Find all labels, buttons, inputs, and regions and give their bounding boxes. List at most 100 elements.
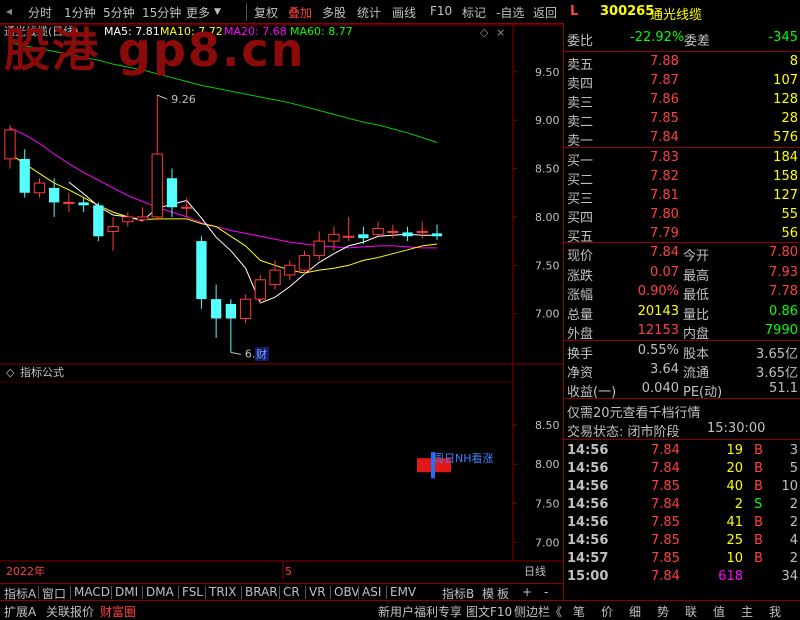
indicator-tab[interactable]: TRIX bbox=[209, 585, 236, 599]
indicator-tab[interactable]: CR bbox=[283, 585, 300, 599]
caifuquan-tab[interactable]: 财富圈 bbox=[100, 603, 136, 620]
add-icon[interactable]: + bbox=[522, 585, 532, 599]
tick-price: 7.85 bbox=[651, 515, 680, 530]
stock-title-bar: L 300265 通光线缆 bbox=[564, 0, 800, 24]
f10-link[interactable]: 图文F10 bbox=[466, 603, 512, 620]
tick-side: B bbox=[754, 461, 763, 476]
kuozhan-tab[interactable]: 扩展A bbox=[4, 603, 36, 620]
diamond-icon: ◇ bbox=[480, 26, 489, 39]
tick-row: 14:56 7.85 41 B 2 bbox=[564, 514, 800, 533]
side-tab[interactable]: 笔 bbox=[573, 603, 585, 620]
order-label: 卖三 bbox=[567, 96, 594, 111]
indicator-title: 指标公式 bbox=[20, 365, 64, 379]
kline-chart[interactable]: 通光线缆(日线) MA5: 7.81 MA10: 7.72 MA20: 7.68 MA6… bbox=[0, 24, 563, 584]
order-volume: 8 bbox=[789, 54, 798, 69]
trade-state-row: 交易状态: 闭市阶段 15:30:00 bbox=[567, 421, 766, 440]
tick-row: 14:56 7.84 20 B 5 bbox=[564, 460, 800, 479]
tab-fenshi[interactable]: 分时 bbox=[28, 4, 52, 21]
buy-row: 买二 7.82 158 bbox=[564, 168, 800, 188]
minus-icon[interactable]: - bbox=[544, 585, 548, 599]
sidebar-toggle[interactable]: 侧边栏《 bbox=[514, 603, 562, 620]
side-tab[interactable]: 势 bbox=[657, 603, 669, 620]
tick-count: 10 bbox=[781, 479, 798, 494]
candle-body bbox=[343, 235, 355, 238]
candle-body bbox=[358, 234, 369, 239]
order-volume: 128 bbox=[773, 92, 798, 107]
side-tab[interactable]: 值 bbox=[713, 603, 725, 620]
stock-name: 通光线缆 bbox=[650, 8, 703, 23]
candle-body bbox=[151, 153, 163, 218]
chart-title: 通光线缆(日线) bbox=[4, 24, 79, 38]
back-arrow-icon[interactable]: ◂ bbox=[6, 4, 12, 18]
side-tab[interactable]: 细 bbox=[629, 603, 641, 620]
tick-time: 14:56 bbox=[567, 443, 609, 458]
stat-value: 51.1 bbox=[769, 381, 798, 396]
tick-row: 14:56 7.84 2 S 2 bbox=[564, 496, 800, 515]
tick-price: 7.84 bbox=[651, 461, 680, 476]
indicator-tab[interactable]: EMV bbox=[390, 585, 416, 599]
stat-value: 20143 bbox=[637, 303, 679, 319]
indicator-tab[interactable]: ASI bbox=[362, 585, 381, 599]
order-volume: 158 bbox=[773, 169, 798, 184]
order-price: 7.79 bbox=[650, 226, 679, 241]
sell-row: 卖二 7.85 28 bbox=[564, 110, 800, 130]
indicator-tab[interactable]: MACD bbox=[74, 585, 110, 599]
duogu-button[interactable]: 多股 bbox=[322, 4, 346, 21]
status-bar: 扩展A 关联报价 财富圈 新用户福利专享 图文F10 侧边栏《 笔价细势联值主我 bbox=[0, 600, 800, 620]
order-volume: 107 bbox=[773, 73, 798, 88]
indicator-tab[interactable]: OBV bbox=[334, 585, 360, 599]
stat-row: 收益(一) 0.040 PE(动) 51.1 bbox=[564, 380, 800, 400]
stat-value: 3.65亿 bbox=[756, 366, 798, 381]
y-tick-label: 7.50 bbox=[535, 259, 560, 272]
indicator-tab[interactable]: DMA bbox=[146, 585, 174, 599]
stat-label: 最低 bbox=[683, 288, 710, 304]
tick-side: B bbox=[754, 551, 763, 566]
stat-value: 0.55% bbox=[637, 343, 679, 358]
stat-value: 7.80 bbox=[769, 245, 798, 260]
candle-body bbox=[181, 206, 193, 209]
side-tab[interactable]: 我 bbox=[769, 603, 781, 620]
tab-more[interactable]: 更多 bbox=[186, 4, 210, 21]
tick-count: 2 bbox=[789, 515, 798, 530]
guanlian-tab[interactable]: 关联报价 bbox=[46, 603, 94, 620]
tongji-button[interactable]: 统计 bbox=[357, 4, 381, 21]
diejia-button[interactable]: 叠加 bbox=[288, 4, 312, 21]
promo-text[interactable]: 仅需20元查看千档行情 bbox=[567, 402, 701, 421]
zixuan-button[interactable]: -自选 bbox=[496, 4, 524, 21]
side-tab[interactable]: 主 bbox=[741, 603, 753, 620]
huaxian-button[interactable]: 画线 bbox=[392, 4, 416, 21]
stat-row: 涨跌 0.07 最高 7.93 bbox=[564, 264, 800, 284]
stat-label: 今开 bbox=[683, 249, 710, 264]
biaoji-button[interactable]: 标记 bbox=[462, 4, 486, 21]
new-user-promo[interactable]: 新用户福利专享 bbox=[378, 603, 462, 620]
candle-body bbox=[225, 303, 237, 319]
tick-volume: 10 bbox=[726, 551, 743, 566]
tab-15min[interactable]: 15分钟 bbox=[142, 4, 181, 21]
tick-volume: 25 bbox=[726, 533, 743, 548]
candle-body bbox=[136, 216, 149, 221]
stat-value: 7990 bbox=[764, 323, 798, 339]
candle-body bbox=[402, 232, 413, 237]
indicator-tab[interactable]: BRAR bbox=[245, 585, 278, 599]
order-volume: 55 bbox=[781, 207, 798, 222]
stat-label: 最高 bbox=[683, 268, 710, 284]
ma-label: MA10: 7.72 bbox=[160, 25, 223, 38]
order-volume: 28 bbox=[781, 111, 798, 126]
promo-row[interactable]: 仅需20元查看千档行情 bbox=[564, 401, 800, 421]
y-tick-label: 7.00 bbox=[535, 308, 560, 321]
f10-button[interactable]: F10 bbox=[430, 4, 452, 18]
fanhui-button[interactable]: 返回 bbox=[533, 4, 557, 21]
sell-row: 卖四 7.87 107 bbox=[564, 72, 800, 92]
indicator-tab[interactable]: FSL bbox=[182, 585, 203, 599]
side-tab[interactable]: 联 bbox=[685, 603, 697, 620]
indicator-tab[interactable]: VR bbox=[309, 585, 326, 599]
candle-body bbox=[107, 226, 119, 232]
more-dropdown-icon[interactable]: ▼ bbox=[214, 7, 221, 17]
tab-5min[interactable]: 5分钟 bbox=[103, 4, 135, 21]
side-tab[interactable]: 价 bbox=[601, 603, 613, 620]
indicator-tab[interactable]: DMI bbox=[115, 585, 138, 599]
tab-1min[interactable]: 1分钟 bbox=[64, 4, 96, 21]
tick-volume: 618 bbox=[718, 569, 743, 584]
tick-side: B bbox=[754, 479, 763, 494]
fuquan-button[interactable]: 复权 bbox=[254, 4, 278, 21]
